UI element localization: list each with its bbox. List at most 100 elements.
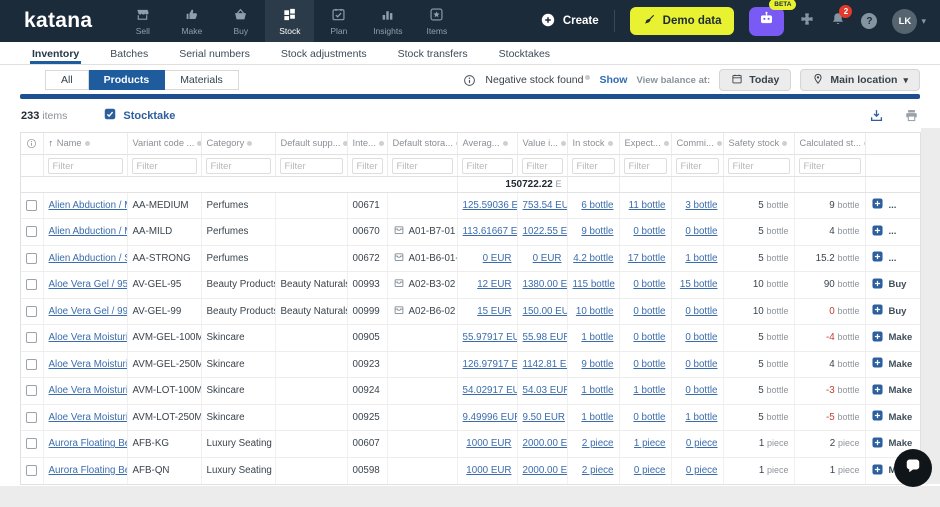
committed-link[interactable]: 15 bottle <box>680 279 718 290</box>
expected-link[interactable]: 0 bottle <box>633 332 665 343</box>
subtab-materials[interactable]: Materials <box>165 70 239 90</box>
action-button[interactable]: Buy <box>871 277 916 293</box>
column-header-name[interactable]: ↑ Name <box>43 133 128 155</box>
action-button[interactable]: Buy <box>871 303 916 319</box>
location-button[interactable]: Main location ▾ <box>800 69 920 91</box>
expected-link[interactable]: 0 bottle <box>633 359 665 370</box>
committed-link[interactable]: 0 piece <box>686 465 718 476</box>
tab-stock-adjustments[interactable]: Stock adjustments <box>279 48 369 64</box>
expected-link[interactable]: 17 bottle <box>628 253 666 264</box>
column-header-action[interactable] <box>865 133 920 155</box>
tab-batches[interactable]: Batches <box>108 48 150 64</box>
action-button[interactable]: Make <box>871 383 916 399</box>
average-cost-link[interactable]: 9.49996 EUR <box>463 412 517 423</box>
expected-link[interactable]: 1 piece <box>634 438 666 449</box>
row-checkbox[interactable] <box>26 464 38 476</box>
column-header-value[interactable]: Value i... <box>517 133 568 155</box>
value-in-stock-link[interactable]: 1142.81 EUR <box>523 359 567 370</box>
chat-widget-button[interactable] <box>894 449 932 487</box>
today-button[interactable]: Today <box>719 69 792 91</box>
expected-link[interactable]: 0 bottle <box>633 226 665 237</box>
column-header-safety[interactable]: Safety stock <box>723 133 795 155</box>
committed-link[interactable]: 0 bottle <box>685 306 717 317</box>
stocktake-button[interactable]: Stocktake <box>103 107 175 124</box>
integrations-button[interactable] <box>799 11 815 32</box>
column-header-committed[interactable]: Commi... <box>671 133 724 155</box>
committed-link[interactable]: 0 bottle <box>685 332 717 343</box>
average-cost-link[interactable]: 15 EUR <box>477 306 511 317</box>
in-stock-link[interactable]: 9 bottle <box>581 226 613 237</box>
filter-input-value[interactable] <box>521 158 563 175</box>
filter-input-expected[interactable] <box>623 158 667 175</box>
in-stock-link[interactable]: 2 piece <box>582 438 614 449</box>
product-name-link[interactable]: Aurora Floating Bed <box>49 465 127 476</box>
row-checkbox[interactable] <box>26 252 38 264</box>
in-stock-link[interactable]: 1 bottle <box>581 412 613 423</box>
filter-input-name[interactable] <box>47 158 123 175</box>
demo-data-button[interactable]: Demo data <box>629 7 735 35</box>
column-header-select[interactable] <box>21 133 44 155</box>
katana-logo[interactable]: katana <box>24 9 92 33</box>
help-button[interactable]: ? <box>861 13 878 29</box>
column-header-storage[interactable]: Default stora... <box>387 133 458 155</box>
committed-link[interactable]: 1 bottle <box>685 253 717 264</box>
action-button[interactable]: ... <box>871 197 916 213</box>
product-name-link[interactable]: Aloe Vera Gel / 95% <box>49 279 127 290</box>
value-in-stock-link[interactable]: 150.00 EUR <box>523 306 567 317</box>
expected-link[interactable]: 0 bottle <box>633 279 665 290</box>
action-button[interactable]: Make <box>871 356 916 372</box>
in-stock-link[interactable]: 1 bottle <box>581 385 613 396</box>
filter-input-storage[interactable] <box>391 158 453 175</box>
value-in-stock-link[interactable]: 1022.55 EUR <box>523 226 567 237</box>
average-cost-link[interactable]: 0 EUR <box>483 253 512 264</box>
column-header-avg[interactable]: Averag... <box>457 133 518 155</box>
column-header-category[interactable]: Category <box>201 133 276 155</box>
print-button[interactable] <box>904 108 919 123</box>
nav-item-items[interactable]: Items <box>412 0 461 42</box>
committed-link[interactable]: 0 bottle <box>685 226 717 237</box>
action-button[interactable]: Make <box>871 330 916 346</box>
average-cost-link[interactable]: 12 EUR <box>477 279 511 290</box>
row-checkbox[interactable] <box>26 358 38 370</box>
average-cost-link[interactable]: 113.61667 E <box>463 226 517 237</box>
nav-item-stock[interactable]: Stock <box>265 0 315 42</box>
product-name-link[interactable]: Alien Abduction / Mi <box>49 226 127 237</box>
expected-link[interactable]: 0 piece <box>634 465 666 476</box>
product-name-link[interactable]: Alien Abduction / St <box>49 253 127 264</box>
filter-input-supplier[interactable] <box>279 158 343 175</box>
average-cost-link[interactable]: 55.97917 EU <box>463 332 517 343</box>
product-name-link[interactable]: Aloe Vera Moisturize <box>49 385 127 396</box>
action-button[interactable]: ... <box>871 250 916 266</box>
average-cost-link[interactable]: 1000 EUR <box>466 438 511 449</box>
value-in-stock-link[interactable]: 2000.00 EUR <box>523 438 567 449</box>
filter-input-category[interactable] <box>205 158 271 175</box>
subtab-products[interactable]: Products <box>88 70 166 90</box>
row-checkbox[interactable] <box>26 199 38 211</box>
row-checkbox[interactable] <box>26 385 38 397</box>
filter-input-variant[interactable] <box>131 158 197 175</box>
column-header-internal[interactable]: Inte... <box>347 133 388 155</box>
product-name-link[interactable]: Aloe Vera Moisturize <box>49 359 127 370</box>
column-header-variant[interactable]: Variant code ... <box>127 133 202 155</box>
nav-item-buy[interactable]: Buy <box>216 0 265 42</box>
value-in-stock-link[interactable]: 0 EUR <box>533 253 562 264</box>
column-header-supplier[interactable]: Default supp... <box>275 133 348 155</box>
row-checkbox[interactable] <box>26 226 38 238</box>
column-header-stock[interactable]: In stock <box>567 133 620 155</box>
action-button[interactable]: ... <box>871 224 916 240</box>
committed-link[interactable]: 0 bottle <box>685 385 717 396</box>
tab-inventory[interactable]: Inventory <box>30 48 82 64</box>
in-stock-link[interactable]: 115 bottle <box>573 279 615 290</box>
show-link[interactable]: Show <box>599 74 627 86</box>
committed-link[interactable]: 1 bottle <box>685 412 717 423</box>
value-in-stock-link[interactable]: 753.54 EUR <box>523 200 567 211</box>
ai-assistant-button[interactable]: BETA <box>749 0 797 36</box>
nav-item-insights[interactable]: Insights <box>363 0 412 42</box>
column-header-expected[interactable]: Expect... <box>619 133 672 155</box>
in-stock-link[interactable]: 2 piece <box>582 465 614 476</box>
tab-stocktakes[interactable]: Stocktakes <box>497 48 552 64</box>
filter-input-committed[interactable] <box>675 158 719 175</box>
row-checkbox[interactable] <box>26 279 38 291</box>
nav-item-make[interactable]: Make <box>167 0 216 42</box>
column-header-calculated[interactable]: Calculated st... <box>794 133 866 155</box>
